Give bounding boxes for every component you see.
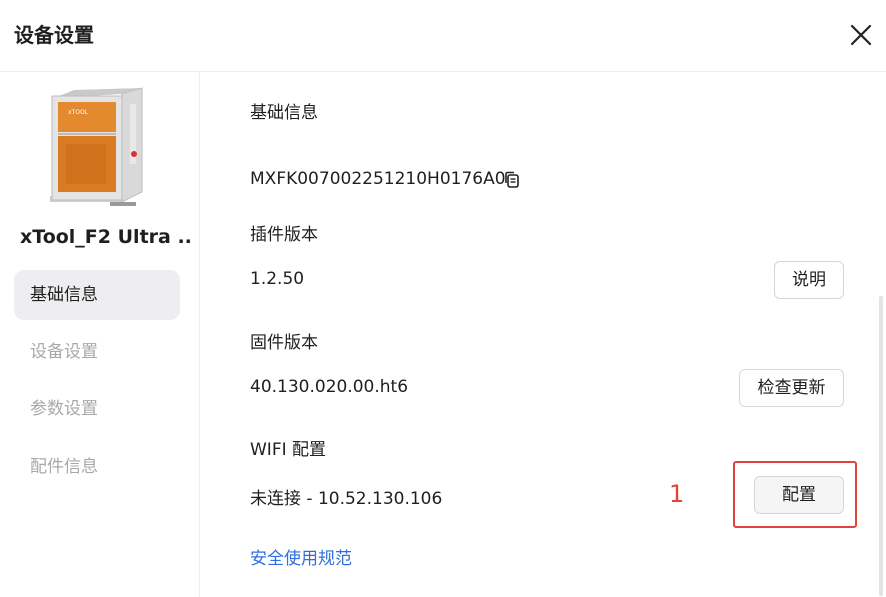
device-name: xTool_F2 Ultra ... xyxy=(20,226,190,248)
wifi-config-label: WIFI 配置 xyxy=(250,440,327,460)
plugin-version-label: 插件版本 xyxy=(250,225,318,245)
section-title: 基础信息 xyxy=(250,103,318,123)
sidebar: xTOOL xTool_F2 Ultra ... 基础信息 设备设置 参数设置 … xyxy=(0,72,200,597)
dialog-header: 设备设置 xyxy=(0,0,886,72)
sidebar-item-accessory-info[interactable]: 配件信息 xyxy=(14,442,180,492)
device-image: xTOOL xyxy=(44,84,156,216)
annotation-number: 1 xyxy=(669,480,685,508)
wifi-config-button[interactable]: 配置 xyxy=(754,476,844,514)
safety-guidelines-link[interactable]: 安全使用规范 xyxy=(250,544,352,569)
close-icon[interactable] xyxy=(846,20,876,50)
dialog-title: 设备设置 xyxy=(14,23,94,47)
sidebar-item-parameter-settings[interactable]: 参数设置 xyxy=(14,384,180,434)
device-settings-dialog: 设备设置 xTOOL xTool_F2 Ultra ... 基础信息 设备设置 … xyxy=(0,0,886,597)
sidebar-item-device-settings[interactable]: 设备设置 xyxy=(14,327,180,377)
firmware-version-value: 40.130.020.00.ht6 xyxy=(250,377,409,397)
sidebar-item-basic-info[interactable]: 基础信息 xyxy=(14,270,180,320)
plugin-info-button[interactable]: 说明 xyxy=(774,261,844,299)
scrollbar[interactable] xyxy=(879,296,883,596)
wifi-status-value: 未连接 - 10.52.130.106 xyxy=(250,489,443,509)
serial-number: MXFK007002251210H0176A0 xyxy=(250,169,506,189)
plugin-version-value: 1.2.50 xyxy=(250,269,305,289)
check-update-button[interactable]: 检查更新 xyxy=(739,369,844,407)
copy-icon[interactable] xyxy=(503,171,521,189)
firmware-version-label: 固件版本 xyxy=(250,333,318,353)
device-brand-text: xTOOL xyxy=(68,109,89,116)
